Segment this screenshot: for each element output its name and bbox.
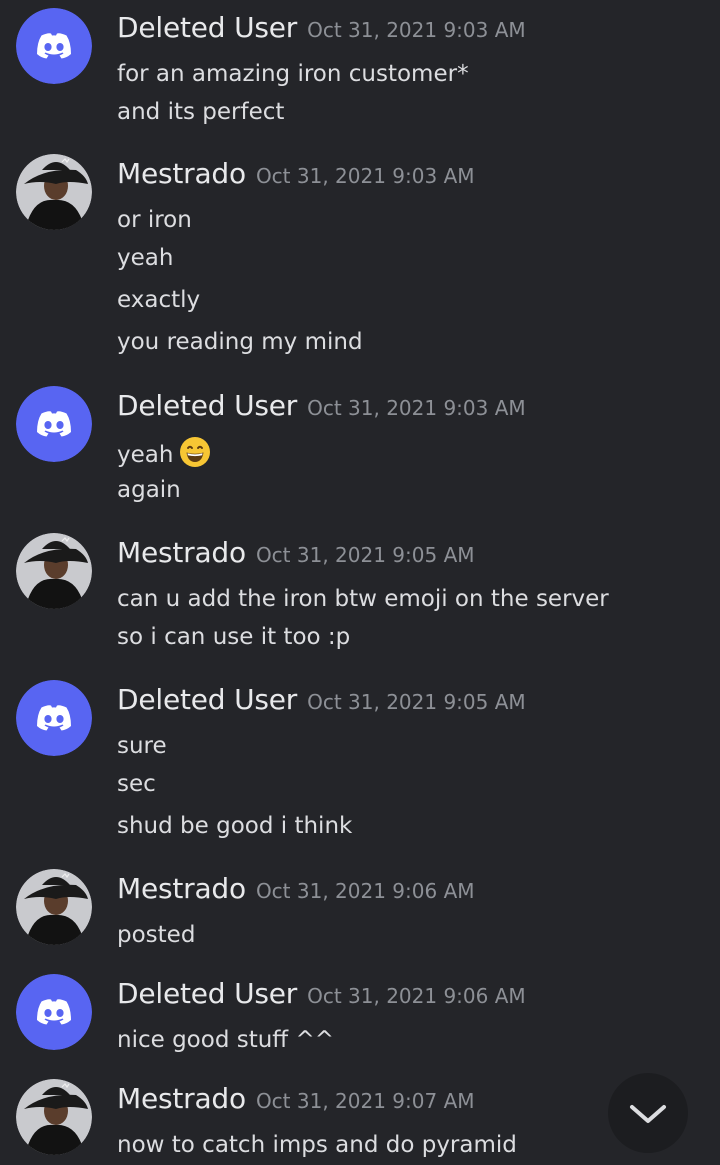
timestamp: Oct 31, 2021 9:03 AM: [307, 396, 526, 420]
timestamp: Oct 31, 2021 9:05 AM: [307, 690, 526, 714]
message-text: can u add the iron btw emoji on the serv…: [117, 586, 609, 612]
timestamp: Oct 31, 2021 9:05 AM: [255, 543, 475, 567]
user-photo: [16, 533, 92, 609]
author-name[interactable]: Deleted User: [117, 389, 297, 422]
discord-logo-icon: [16, 974, 92, 1050]
timestamp: Oct 31, 2021 9:03 AM: [307, 18, 526, 42]
grinning-face-emoji: [180, 437, 211, 467]
message-text: or iron: [117, 207, 192, 233]
author-name[interactable]: Mestrado: [117, 1082, 246, 1115]
avatar[interactable]: [16, 1079, 92, 1155]
user-photo: [16, 1079, 92, 1155]
message-header: Deleted User Oct 31, 2021 9:05 AM: [117, 680, 526, 720]
message-header: Deleted User Oct 31, 2021 9:06 AM: [117, 974, 526, 1014]
avatar[interactable]: [16, 8, 92, 84]
message-text: for an amazing iron customer*: [117, 61, 469, 87]
message-header: Mestrado Oct 31, 2021 9:06 AM: [117, 869, 475, 909]
user-photo: [16, 154, 92, 230]
message-text: sec: [117, 771, 156, 797]
author-name[interactable]: Mestrado: [117, 536, 246, 569]
discord-logo-icon: [16, 386, 92, 462]
message-text: you reading my mind: [117, 329, 363, 355]
message-text: so i can use it too :p: [117, 624, 351, 650]
message-text: exactly: [117, 287, 201, 313]
message-header: Mestrado Oct 31, 2021 9:05 AM: [117, 533, 475, 573]
avatar[interactable]: [16, 974, 92, 1050]
message-text: nice good stuff ^^: [117, 1027, 335, 1053]
message-text-content: yeah: [117, 442, 174, 468]
message-text: sure: [117, 733, 167, 759]
timestamp: Oct 31, 2021 9:06 AM: [307, 984, 526, 1008]
avatar[interactable]: [16, 154, 92, 230]
timestamp: Oct 31, 2021 9:06 AM: [255, 879, 475, 903]
avatar[interactable]: [16, 680, 92, 756]
message-header: Deleted User Oct 31, 2021 9:03 AM: [117, 8, 526, 48]
message-text: shud be good i think: [117, 813, 353, 839]
author-name[interactable]: Mestrado: [117, 872, 246, 905]
discord-logo-icon: [16, 8, 92, 84]
message-text: and its perfect: [117, 99, 285, 125]
author-name[interactable]: Deleted User: [117, 683, 297, 716]
avatar[interactable]: [16, 869, 92, 945]
message-header: Mestrado Oct 31, 2021 9:07 AM: [117, 1079, 475, 1119]
message-text: now to catch imps and do pyramid: [117, 1132, 517, 1158]
message-text: yeah: [117, 245, 174, 271]
timestamp: Oct 31, 2021 9:03 AM: [255, 164, 475, 188]
chevron-down-icon: [630, 1105, 666, 1123]
user-photo: [16, 869, 92, 945]
message-text: posted: [117, 922, 196, 948]
chat-screen: Deleted User Oct 31, 2021 9:03 AM for an …: [0, 0, 720, 1165]
author-name[interactable]: Mestrado: [117, 157, 246, 190]
timestamp: Oct 31, 2021 9:07 AM: [255, 1089, 475, 1113]
author-name[interactable]: Deleted User: [117, 977, 297, 1010]
message-text: yeah: [117, 436, 211, 471]
message-header: Deleted User Oct 31, 2021 9:03 AM: [117, 386, 526, 426]
message-text: again: [117, 477, 181, 503]
avatar[interactable]: [16, 533, 92, 609]
author-name[interactable]: Deleted User: [117, 11, 297, 44]
avatar[interactable]: [16, 386, 92, 462]
scroll-down-button[interactable]: [608, 1073, 688, 1153]
message-header: Mestrado Oct 31, 2021 9:03 AM: [117, 154, 475, 194]
discord-logo-icon: [16, 680, 92, 756]
